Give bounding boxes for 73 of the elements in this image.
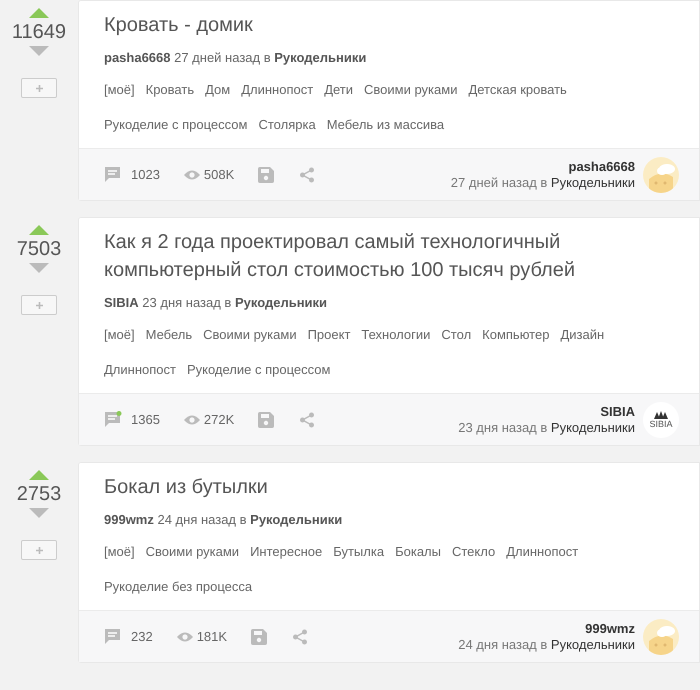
tag-link[interactable]: Своими руками: [146, 543, 240, 561]
post-meta: 23 дня назад в Рукодельники: [458, 420, 635, 436]
rating-count: 11649: [12, 20, 66, 45]
post-title[interactable]: Бокал из бутылки: [104, 473, 674, 501]
post-title[interactable]: Кровать - домик: [104, 11, 674, 39]
post-meta: 24 дня назад в Рукодельники: [458, 636, 635, 652]
avatar[interactable]: SIBIA: [643, 402, 679, 438]
save-button[interactable]: [21, 295, 57, 315]
view-count: 272K: [204, 410, 234, 429]
tag-link[interactable]: Компьютер: [482, 326, 550, 344]
share-icon[interactable]: [299, 412, 316, 428]
tag-link[interactable]: Длиннопост: [241, 81, 314, 99]
tag-link[interactable]: Рукоделие без процесса: [104, 578, 252, 596]
eye-icon[interactable]: [182, 168, 201, 180]
tag-link[interactable]: Бокалы: [395, 543, 441, 561]
author-name[interactable]: pasha6668: [568, 158, 635, 174]
comment-icon[interactable]: [104, 410, 122, 428]
comment-icon[interactable]: [104, 628, 122, 646]
tag-link[interactable]: Столярка: [258, 116, 316, 134]
tag-link[interactable]: Бутылка: [333, 543, 384, 561]
tag-link[interactable]: [моё]: [104, 326, 135, 344]
upvote-icon[interactable]: [29, 8, 49, 18]
tag-link[interactable]: Длиннопост: [104, 361, 176, 379]
comment-icon[interactable]: [104, 166, 122, 184]
tag-link[interactable]: Проект: [308, 326, 350, 344]
tag-link[interactable]: Рукоделие с процессом: [104, 116, 248, 134]
tag-link[interactable]: Мебель: [146, 326, 192, 344]
tree-icon: [654, 410, 668, 418]
share-icon[interactable]: [292, 628, 308, 644]
comment-count[interactable]: 232: [131, 626, 153, 646]
author-name[interactable]: 999wmz: [585, 620, 635, 636]
downvote-icon[interactable]: [29, 508, 49, 518]
logo-text: SIBIA: [649, 418, 672, 428]
rating-count: 2753: [16, 482, 62, 507]
view-count: 508K: [204, 166, 234, 184]
eye-icon[interactable]: [176, 630, 194, 642]
tag-link[interactable]: Кровать: [146, 81, 194, 99]
rating-count: 7503: [16, 237, 62, 262]
tag-link[interactable]: Мебель из массива: [326, 116, 444, 134]
share-icon[interactable]: [299, 166, 316, 182]
tag-link[interactable]: Своими руками: [203, 326, 297, 344]
tag-link[interactable]: Дети: [324, 81, 354, 99]
downvote-icon[interactable]: [29, 46, 49, 56]
plus-icon[interactable]: [36, 84, 42, 92]
post-meta: 27 дней назад в Рукодельники: [450, 174, 635, 190]
tag-link[interactable]: Детская кровать: [468, 81, 567, 99]
tag-link[interactable]: Рукоделие с процессом: [186, 361, 330, 379]
comment-count[interactable]: 1365: [131, 410, 160, 430]
tag-link[interactable]: Интересное: [250, 543, 322, 561]
upvote-icon[interactable]: [29, 470, 49, 480]
tag-link[interactable]: Своими руками: [364, 81, 458, 99]
comment-count[interactable]: 1023: [131, 164, 160, 184]
eye-icon[interactable]: [182, 414, 201, 426]
plus-icon[interactable]: [36, 546, 42, 554]
tag-link[interactable]: Длиннопост: [506, 543, 578, 561]
post-meta: pasha6668 27 дней назад в Рукодельники: [104, 49, 368, 67]
save-button[interactable]: [21, 78, 57, 98]
tag-link[interactable]: [моё]: [104, 543, 135, 561]
view-count: 181K: [196, 628, 228, 646]
tag-link[interactable]: Технологии: [361, 326, 430, 344]
post-meta: 999wmz 24 дня назад в Рукодельники: [104, 511, 344, 529]
downvote-icon[interactable]: [29, 263, 49, 273]
post-title[interactable]: Как я 2 года проектировал самый технологичный компьютерный стол стоимостью 100 тысяч рублей: [104, 228, 674, 284]
tag-link[interactable]: Дом: [205, 81, 230, 99]
plus-icon[interactable]: [36, 302, 42, 308]
tag-link[interactable]: Дизайн: [560, 326, 604, 344]
author-name[interactable]: SIBIA: [600, 404, 635, 420]
tag-link[interactable]: [моё]: [104, 81, 135, 99]
upvote-icon[interactable]: [29, 225, 49, 235]
tag-link[interactable]: Стекло: [452, 543, 496, 561]
post-meta: SIBIA 23 дня назад в Рукодельники: [104, 294, 328, 312]
tag-link[interactable]: Стол: [441, 326, 472, 344]
save-button[interactable]: [21, 540, 57, 560]
